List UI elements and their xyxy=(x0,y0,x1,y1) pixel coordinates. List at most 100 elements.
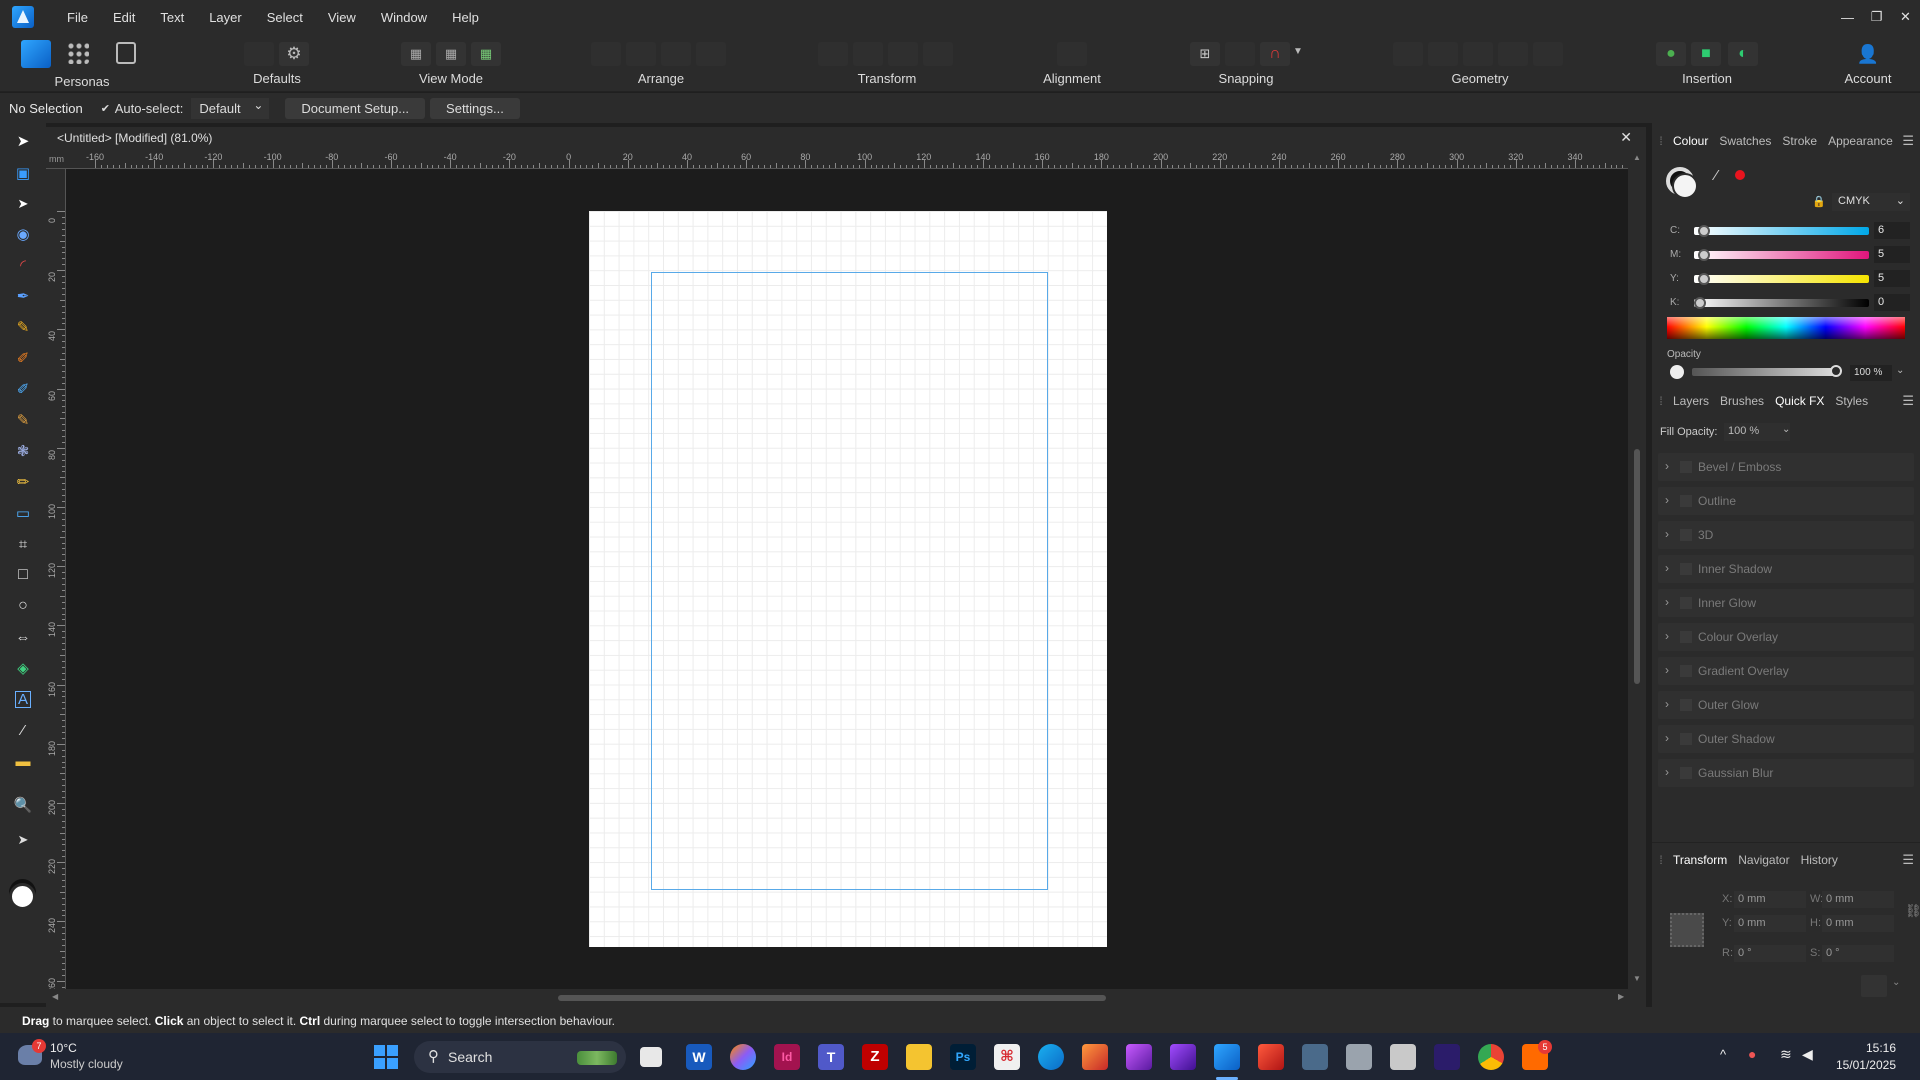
geometry-xor-button[interactable] xyxy=(1498,42,1528,66)
indesign-icon[interactable]: Id xyxy=(774,1044,800,1070)
menu-text[interactable]: Text xyxy=(149,10,198,25)
fx-gradient-overlay[interactable]: › Gradient Overlay xyxy=(1658,657,1914,685)
tab-navigator[interactable]: Navigator xyxy=(1735,853,1797,867)
scroll-up-icon[interactable]: ▲ xyxy=(1633,153,1641,162)
tab-appearance[interactable]: Appearance xyxy=(1825,134,1901,148)
expand-icon[interactable]: › xyxy=(1665,765,1669,779)
fx-checkbox[interactable] xyxy=(1680,597,1692,609)
panel-grip-icon[interactable]: ⁞ xyxy=(1652,853,1670,867)
field-value[interactable]: 0 mm xyxy=(1822,915,1894,932)
move-tool-icon[interactable]: ➤ xyxy=(13,131,33,151)
photoshop-icon[interactable]: Ps xyxy=(950,1044,976,1070)
slider-k[interactable]: K: 0 xyxy=(1670,294,1910,311)
tab-brushes[interactable]: Brushes xyxy=(1717,394,1772,408)
geometry-divide-button[interactable] xyxy=(1533,42,1563,66)
slider-m-track[interactable] xyxy=(1694,251,1869,259)
tab-history[interactable]: History xyxy=(1798,853,1846,867)
field-value[interactable]: 0 ° xyxy=(1822,945,1894,962)
affinity-photo-icon[interactable] xyxy=(1126,1044,1152,1070)
panel-grip-icon[interactable]: ⁞ xyxy=(1652,394,1670,408)
affinity-designer-icon[interactable] xyxy=(1214,1044,1240,1070)
acrobat-icon[interactable]: ⌘ xyxy=(994,1044,1020,1070)
tab-transform[interactable]: Transform xyxy=(1670,853,1735,867)
expand-icon[interactable]: › xyxy=(1665,527,1669,541)
vertical-scroll-thumb[interactable] xyxy=(1634,449,1640,684)
menu-file[interactable]: File xyxy=(56,10,102,25)
geometry-add-button[interactable] xyxy=(1393,42,1423,66)
affinity-publisher-icon[interactable] xyxy=(1170,1044,1196,1070)
vertical-scrollbar[interactable]: ▲ ▼ xyxy=(1628,149,1646,989)
transform-r-field[interactable]: R: 0 ° xyxy=(1722,945,1806,962)
arrange-backward-button[interactable] xyxy=(626,42,656,66)
field-value[interactable]: 0 mm xyxy=(1734,915,1806,932)
task-view-icon[interactable] xyxy=(640,1047,662,1067)
expand-icon[interactable]: › xyxy=(1665,459,1669,473)
account-icon[interactable]: 👤 xyxy=(1853,42,1883,66)
view-mode-outline-button[interactable]: ▦ xyxy=(436,42,466,66)
view-tool-icon[interactable]: ➤ xyxy=(13,830,33,850)
expand-icon[interactable]: › xyxy=(1665,629,1669,643)
snapping-options-button[interactable] xyxy=(1225,42,1255,66)
slider-c-value[interactable]: 6 xyxy=(1874,222,1910,239)
colour-model-dropdown[interactable]: CMYK ⌄ xyxy=(1832,193,1910,211)
geometry-intersect-button[interactable] xyxy=(1463,42,1493,66)
slider-c-knob[interactable] xyxy=(1698,225,1710,237)
field-value[interactable]: 0 mm xyxy=(1734,891,1806,908)
transform-rotate-left-button[interactable] xyxy=(888,42,918,66)
fx-checkbox[interactable] xyxy=(1680,699,1692,711)
transform-flip-h-button[interactable] xyxy=(818,42,848,66)
transform-h-field[interactable]: H: 0 mm xyxy=(1810,915,1894,932)
arrange-front-button[interactable] xyxy=(696,42,726,66)
filezilla-icon[interactable]: Z xyxy=(862,1044,888,1070)
transform-rotate-right-button[interactable] xyxy=(923,42,953,66)
scroll-left-icon[interactable]: ◀ xyxy=(52,992,58,1001)
slider-m-value[interactable]: 5 xyxy=(1874,246,1910,263)
link-proportions-icon[interactable]: ⛓ xyxy=(1905,903,1920,919)
fill-swatch-icon[interactable] xyxy=(1672,173,1698,199)
edge-icon[interactable] xyxy=(1038,1044,1064,1070)
fx-inner-glow[interactable]: › Inner Glow xyxy=(1658,589,1914,617)
slider-y-track[interactable] xyxy=(1694,275,1869,283)
transform-s-field[interactable]: S: 0 ° xyxy=(1810,945,1894,962)
tab-swatches[interactable]: Swatches xyxy=(1716,134,1779,148)
fx-outline[interactable]: › Outline xyxy=(1658,487,1914,515)
artboard-tool-icon[interactable]: ▣ xyxy=(13,163,33,183)
fx-checkbox[interactable] xyxy=(1680,529,1692,541)
field-value[interactable]: 0 mm xyxy=(1822,891,1894,908)
tray-chevron-up-icon[interactable]: ^ xyxy=(1720,1047,1726,1062)
printer-icon[interactable] xyxy=(1346,1044,1372,1070)
tab-quick-fx[interactable]: Quick FX xyxy=(1772,394,1832,408)
point-transform-tool-icon[interactable]: ◉ xyxy=(13,224,33,244)
node-tool-icon[interactable]: ➤ xyxy=(13,194,33,214)
place-image-tool-icon[interactable]: ▭ xyxy=(13,503,33,523)
transform-w-field[interactable]: W: 0 mm xyxy=(1810,891,1894,908)
panel-menu-icon[interactable]: ☰ xyxy=(1902,852,1914,868)
eyedropper-icon[interactable]: ⁄ xyxy=(1715,167,1718,184)
colour-lock-icon[interactable]: 🔒 xyxy=(1812,195,1826,208)
fill-opacity-dropdown[interactable]: 100 % xyxy=(1724,423,1790,441)
windows-start-icon[interactable] xyxy=(374,1045,398,1069)
contour-tool-icon[interactable]: ⇔ xyxy=(13,627,33,647)
ellipse-tool-icon[interactable]: ○ xyxy=(13,596,33,616)
vector-brush-tool-icon[interactable]: ✐ xyxy=(13,348,33,368)
fx-checkbox[interactable] xyxy=(1680,631,1692,643)
tab-stroke[interactable]: Stroke xyxy=(1779,134,1825,148)
fx-checkbox[interactable] xyxy=(1680,733,1692,745)
scroll-down-icon[interactable]: ▼ xyxy=(1633,974,1641,983)
affinity-icon[interactable] xyxy=(1082,1044,1108,1070)
fx-checkbox[interactable] xyxy=(1680,563,1692,575)
snapping-magnet-icon[interactable]: ∩ xyxy=(1260,42,1290,66)
chevron-down-icon[interactable]: ⌄ xyxy=(1892,977,1900,988)
clock-date[interactable]: 15/01/2025 xyxy=(1826,1058,1896,1072)
arrange-back-button[interactable] xyxy=(591,42,621,66)
field-value[interactable]: 0 ° xyxy=(1734,945,1806,962)
expand-icon[interactable]: › xyxy=(1665,561,1669,575)
horizontal-scroll-thumb[interactable] xyxy=(558,995,1106,1001)
slider-m[interactable]: M: 5 xyxy=(1670,246,1910,263)
clock-time[interactable]: 15:16 xyxy=(1846,1041,1896,1055)
snapping-dropdown-icon[interactable]: ▼ xyxy=(1293,46,1303,57)
slider-k-track[interactable] xyxy=(1694,299,1869,307)
fx-gaussian-blur[interactable]: › Gaussian Blur xyxy=(1658,759,1914,787)
opacity-slider-knob[interactable] xyxy=(1830,365,1842,377)
taskbar-search-box[interactable]: ⚲ Search xyxy=(414,1041,626,1073)
